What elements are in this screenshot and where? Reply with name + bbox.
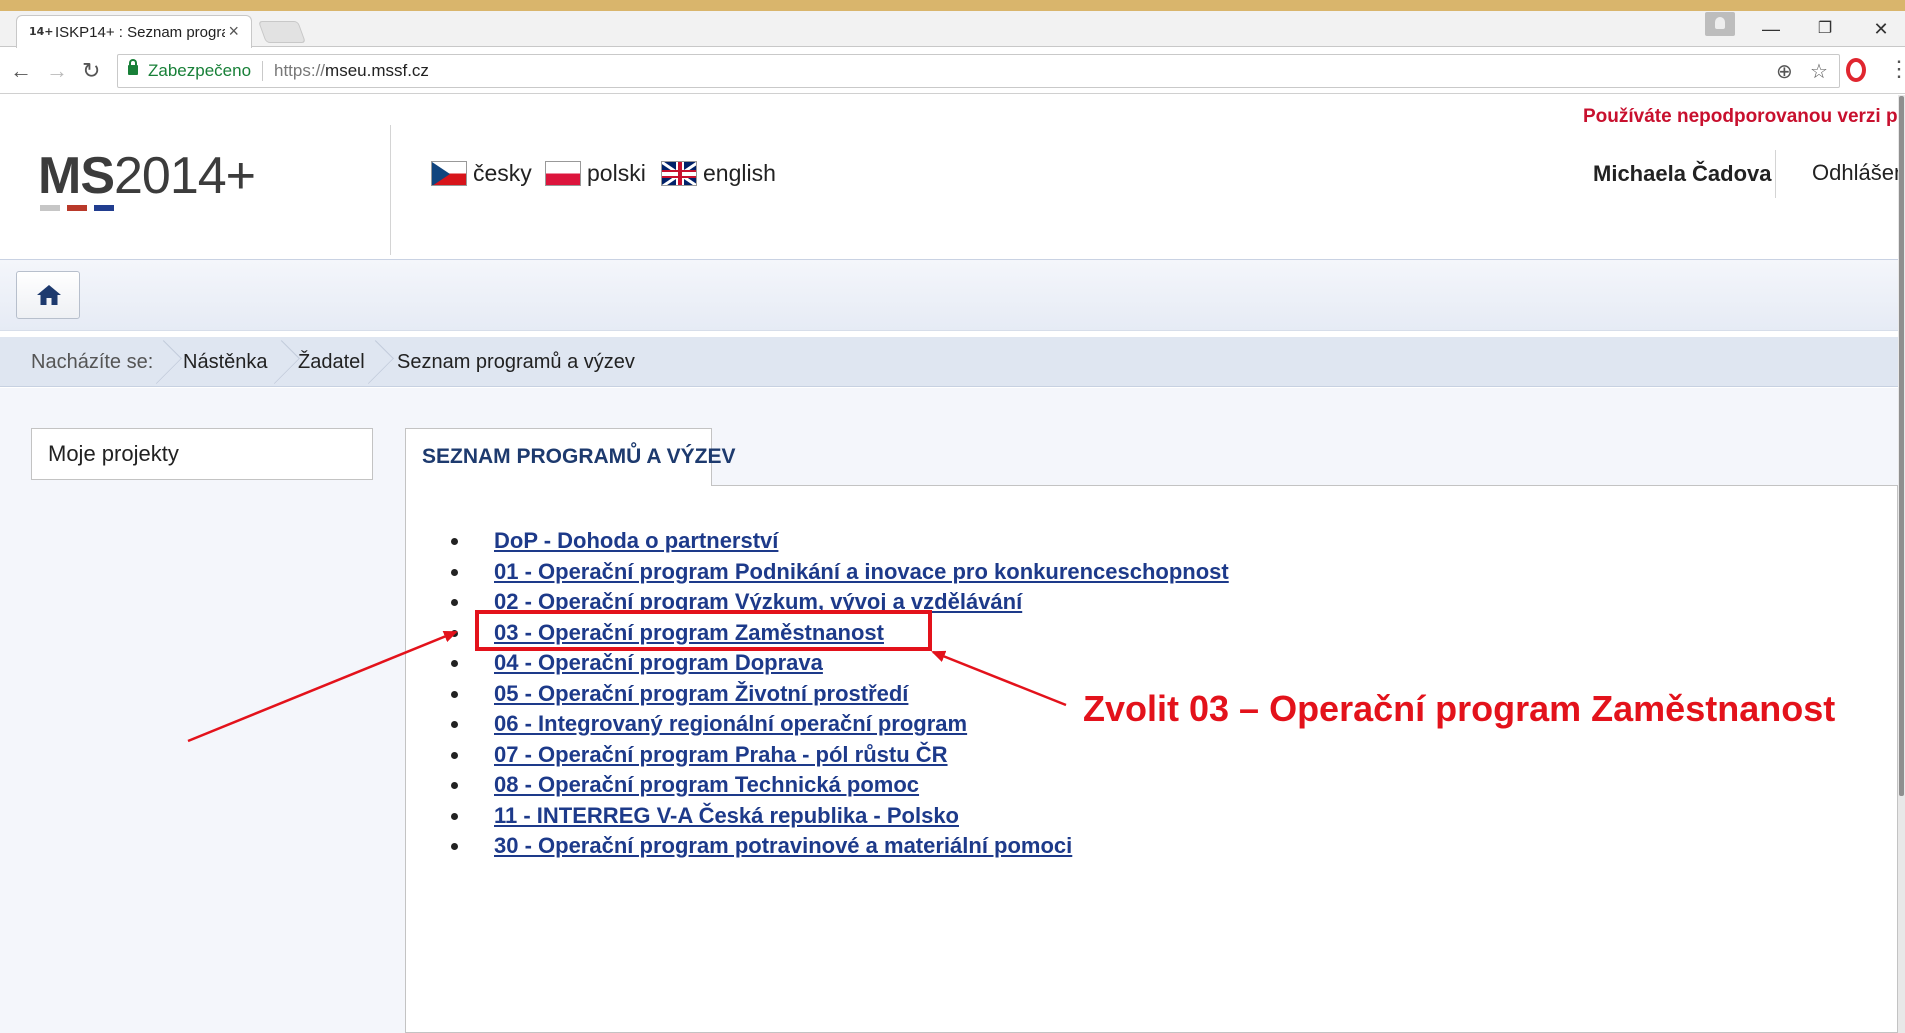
lang-polski[interactable]: polski xyxy=(545,160,646,187)
tab-label: SEZNAM PROGRAMŮ A VÝZEV xyxy=(422,445,736,468)
logo-text-light: 2014+ xyxy=(114,147,256,205)
scrollbar-thumb[interactable] xyxy=(1899,96,1904,796)
cz-flag-icon xyxy=(431,161,467,186)
program-link-08[interactable]: 08 - Operační program Technická pomoc xyxy=(494,772,919,797)
program-link-30[interactable]: 30 - Operační program potravinové a mate… xyxy=(494,833,1072,858)
program-link-07[interactable]: 07 - Operační program Praha - pól růstu … xyxy=(494,742,948,767)
list-item: 02 - Operační program Výzkum, vývoj a vz… xyxy=(451,587,1229,618)
lang-label-cesky: česky xyxy=(473,160,532,186)
logo-text-bold: MS xyxy=(38,147,115,205)
sidebar-item-moje-projekty[interactable]: Moje projekty xyxy=(31,428,373,480)
breadcrumb-current: Seznam programů a výzev xyxy=(397,351,635,373)
breadcrumb-prefix: Nacházíte se: xyxy=(31,351,154,373)
list-item: 03 - Operační program Zaměstnanost xyxy=(451,618,1229,649)
program-link-01[interactable]: 01 - Operační program Podnikání a inovac… xyxy=(494,559,1229,584)
url-host: mseu.mssf.cz xyxy=(325,61,429,80)
program-link-03[interactable]: 03 - Operační program Zaměstnanost xyxy=(494,620,884,645)
ms2014-logo[interactable]: MS2014+ xyxy=(38,147,256,211)
program-link-04[interactable]: 04 - Operační program Doprava xyxy=(494,650,823,675)
annotation-callout: Zvolit 03 – Operační program Zaměstnanos… xyxy=(1083,688,1836,729)
list-item: 07 - Operační program Praha - pól růstu … xyxy=(451,740,1229,771)
logo-color-bars xyxy=(40,205,255,211)
breadcrumb-separator-icon xyxy=(372,337,386,387)
program-link-02[interactable]: 02 - Operační program Výzkum, vývoj a vz… xyxy=(494,589,1022,614)
browser-tab-active[interactable]: 14+ ISKP14+ : Seznam progra × xyxy=(16,15,252,48)
new-tab-button[interactable] xyxy=(257,21,307,43)
maximize-icon[interactable]: ❐ xyxy=(1802,11,1848,47)
breadcrumb-separator-icon xyxy=(160,337,174,387)
bookmark-star-icon[interactable]: ☆ xyxy=(1810,59,1828,84)
program-link-05[interactable]: 05 - Operační program Životní prostředí xyxy=(494,681,908,706)
lang-label-polski: polski xyxy=(587,160,646,186)
reload-icon[interactable]: ↻ xyxy=(82,58,100,84)
logout-link[interactable]: Odhlášen xyxy=(1812,160,1898,186)
lang-cesky[interactable]: česky xyxy=(431,160,532,187)
secure-label: Zabezpečeno xyxy=(148,61,252,80)
breadcrumb-nastenka[interactable]: Nástěnka xyxy=(183,337,268,387)
zoom-icon[interactable]: ⊕ xyxy=(1776,59,1793,84)
back-arrow-icon[interactable]: ← xyxy=(10,58,32,84)
nav-band xyxy=(0,259,1898,331)
tab-seznam-programu[interactable]: SEZNAM PROGRAMŮ A VÝZEV xyxy=(405,428,735,486)
list-item: 08 - Operační program Technická pomoc xyxy=(451,770,1229,801)
program-link-11[interactable]: 11 - INTERREG V-A Česká republika - Pols… xyxy=(494,803,959,828)
lock-icon xyxy=(128,59,138,75)
browser-menu-icon[interactable]: ⋮ xyxy=(1888,56,1905,82)
tab-strip: 14+ ISKP14+ : Seznam progra × — ❐ ✕ xyxy=(0,11,1905,48)
tab-favicon-icon: 14+ xyxy=(29,25,54,38)
forward-arrow-icon[interactable]: → xyxy=(46,58,68,84)
list-item: 01 - Operační program Podnikání a inovac… xyxy=(451,557,1229,588)
gb-flag-icon xyxy=(661,161,697,186)
window-top-border xyxy=(0,0,1905,11)
pl-flag-icon xyxy=(545,161,581,186)
breadcrumb: Nacházíte se: Nástěnka Žadatel Seznam pr… xyxy=(0,337,1898,387)
list-item: 04 - Operační program Doprava xyxy=(451,648,1229,679)
profile-avatar-icon[interactable] xyxy=(1705,12,1735,36)
lang-english[interactable]: english xyxy=(661,160,776,187)
url-text: https://mseu.mssf.cz xyxy=(274,61,429,81)
window-close-icon[interactable]: ✕ xyxy=(1858,11,1904,47)
home-button[interactable] xyxy=(16,271,80,319)
breadcrumb-separator-icon xyxy=(278,337,292,387)
sidebar-item-label: Moje projekty xyxy=(48,441,179,466)
list-item: 30 - Operační program potravinové a mate… xyxy=(451,831,1229,862)
tab-close-icon[interactable]: × xyxy=(228,21,239,42)
minimize-icon[interactable]: — xyxy=(1748,11,1794,47)
program-link-06[interactable]: 06 - Integrovaný regionální operační pro… xyxy=(494,711,967,736)
header-divider xyxy=(390,125,391,255)
list-item: 11 - INTERREG V-A Česká republika - Pols… xyxy=(451,801,1229,832)
opera-extension-icon[interactable] xyxy=(1846,58,1866,82)
user-name[interactable]: Michaela Čadova xyxy=(1593,161,1772,187)
lang-label-english: english xyxy=(703,160,776,186)
home-icon xyxy=(37,285,61,305)
omnibox-divider xyxy=(262,61,263,81)
url-scheme: https:// xyxy=(274,61,326,80)
address-toolbar: ← → ↻ Zabezpečeno https://mseu.mssf.cz ⊕… xyxy=(0,48,1905,94)
list-item: DoP - Dohoda o partnerství xyxy=(451,526,1229,557)
unsupported-browser-warning: Používáte nepodporovanou verzi prohlí xyxy=(1583,106,1898,127)
program-link-dop[interactable]: DoP - Dohoda o partnerství xyxy=(494,528,778,553)
tab-title: ISKP14+ : Seznam progra xyxy=(55,24,225,41)
user-divider xyxy=(1775,150,1776,198)
address-bar[interactable]: Zabezpečeno https://mseu.mssf.cz ⊕ ☆ xyxy=(117,54,1840,88)
